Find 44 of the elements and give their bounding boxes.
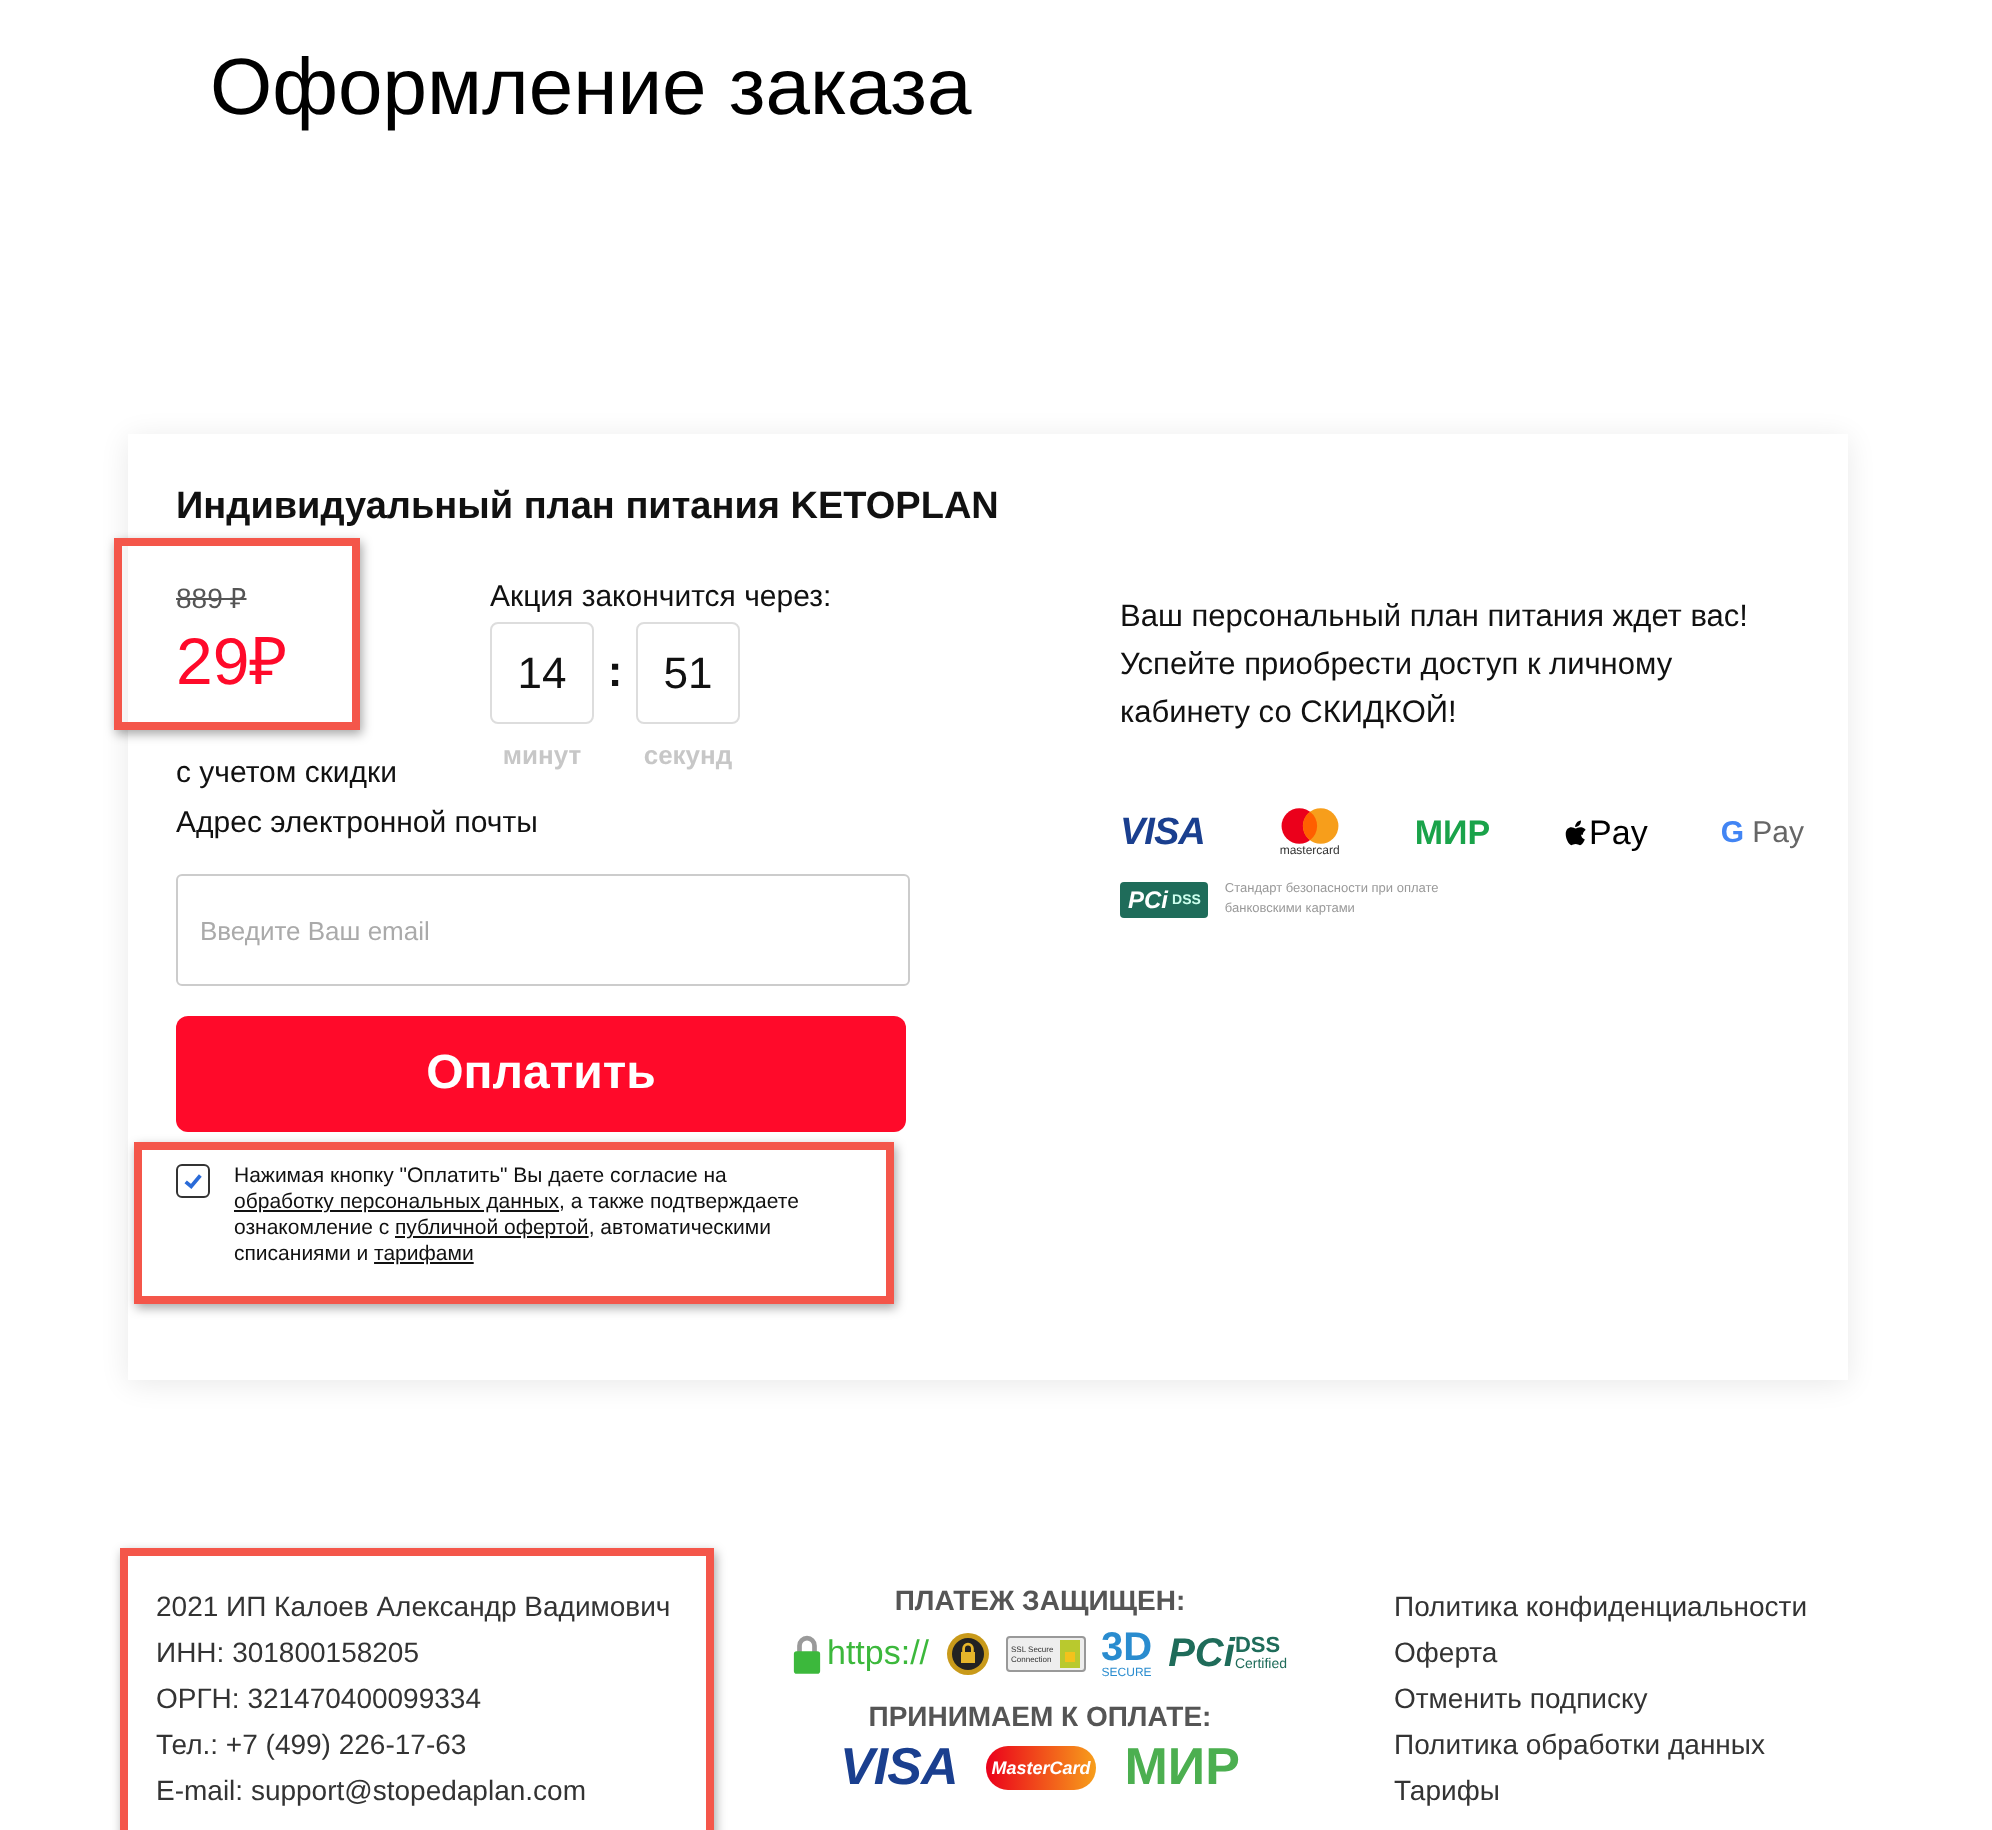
secure-title: ПЛАТЕЖ ЗАЩИЩЕН: [894,1584,1186,1616]
promo-text: Ваш персональный план питания ждет вас! [1120,598,1750,638]
footer-link[interactable]: Политика конфиденциальности [1394,1584,1808,1630]
timer-value: 14 [490,622,594,724]
footer-link[interactable]: Тарифы [1394,1768,1808,1814]
footer-link[interactable]: Отменить подписку [1394,1676,1808,1722]
promo-text: Успейте приобрести доступ к личному [1120,646,1675,686]
consent-link[interactable]: обработку персональных данных [234,1190,560,1214]
page-title: Оформление заказа [210,42,974,136]
visa-logo: VISA [1120,811,1205,855]
checkmark-icon [182,1170,204,1192]
apple-pay-logo: Pay [1563,813,1648,853]
old-price: 889 ₽ [176,582,247,614]
footer-link[interactable]: Политика обработки данных [1394,1722,1808,1768]
timer-label: Акция закончится через: [490,578,832,618]
product-title: Индивидуальный план питания KETOPLAN [176,484,1001,532]
mir-logo: МИР [1124,1736,1240,1798]
timer-unit-label: минут [502,740,582,770]
timer-unit-label: секунд [643,740,733,770]
footer-link[interactable]: Оферта [1394,1630,1808,1676]
price: 29₽ [176,622,290,702]
email-field[interactable]: Введите Ваш email [176,874,910,986]
email-label: Адрес электронной почты [176,804,540,844]
company-info: Тел.: +7 (499) 226-17-63 [156,1726,469,1764]
promo-text: кабинету со СКИДКОЙ! [1120,692,1459,734]
mir-logo: МИР [1414,813,1491,853]
company-info: E-mail: support@stopedaplan.com [156,1772,588,1810]
seal-icon [945,1632,990,1676]
timer-value: 51 [636,622,740,724]
accept-title: ПРИНИМАЕМ К ОПЛАТЕ: [868,1700,1212,1732]
https-badge: https:// [792,1633,930,1675]
google-pay-logo: G Pay [1720,816,1804,850]
visa-logo: VISA [840,1736,958,1798]
timer-separator: : [605,644,625,700]
mastercard-logo: MasterCard [985,1745,1097,1789]
price-note: с учетом скидки [176,754,397,794]
company-info: ОРГН: 321470400099334 [156,1680,483,1718]
consent-link[interactable]: тарифами [374,1242,474,1266]
company-info: ИНН: 301800158205 [156,1634,421,1672]
consent-checkbox[interactable] [176,1164,210,1198]
pay-button[interactable]: Оплатить [176,1016,906,1132]
company-info: 2021 ИП Калоев Александр Вадимович [156,1588,673,1626]
consent-text: Нажимая кнопку "Оплатить" Вы даете согласие на обработку персональных данных, а также подтверждаете ознакомление с публичной офертой, автоматическими списаниями и тарифами [234,1164,801,1268]
consent-link[interactable]: публичной офертой [395,1216,589,1240]
